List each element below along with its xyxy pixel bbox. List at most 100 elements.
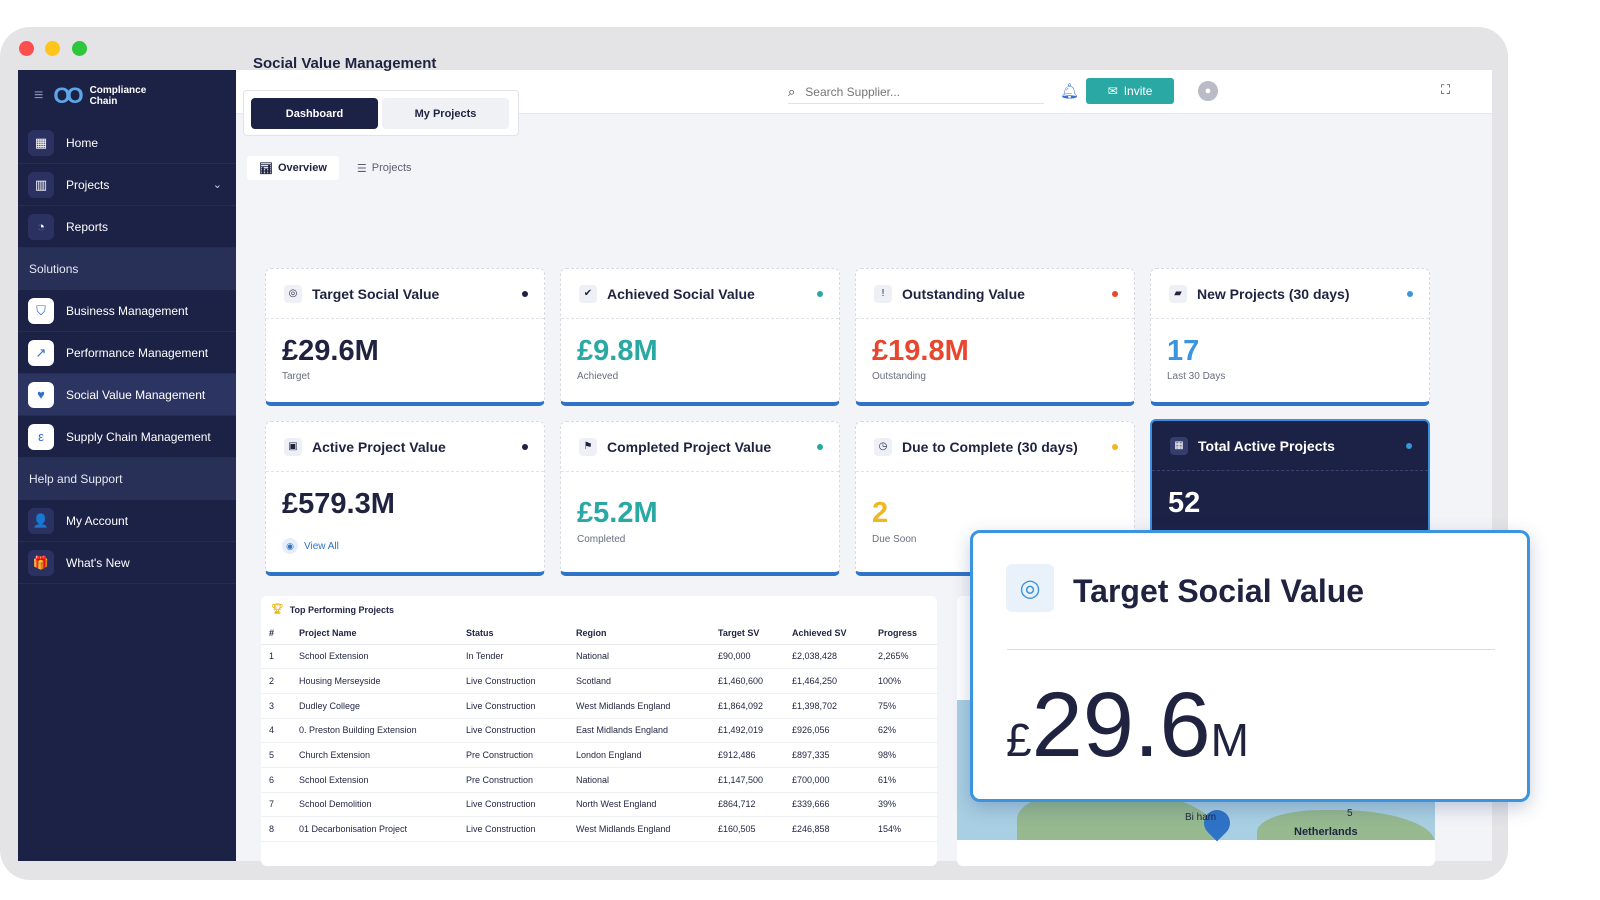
shield-icon: ⛉: [28, 297, 54, 324]
card-subtitle: Outstanding: [872, 371, 926, 382]
table-cell: Pre Construction: [458, 767, 568, 793]
invite-label: Invite: [1123, 84, 1153, 98]
card-value: £579.3M: [282, 488, 395, 520]
table-cell: Dudley College: [291, 693, 458, 719]
status-dot: [1112, 444, 1118, 450]
table-cell: 1: [261, 644, 291, 670]
table-cell: 39%: [870, 792, 937, 818]
table-row[interactable]: 1 School Extension In Tender National £90,00…: [261, 644, 937, 670]
card-target-social-value[interactable]: ◎ Target Social Value £29.6M Target: [265, 268, 545, 406]
avatar[interactable]: ●: [1198, 81, 1218, 101]
subtab-projects[interactable]: ☰ Projects: [345, 156, 424, 180]
sidebar-item-label: What's New: [66, 555, 130, 570]
card-achieved-social-value[interactable]: ✔ Achieved Social Value £9.8M Achieved: [560, 268, 840, 406]
hamburger-icon[interactable]: ≡: [34, 87, 43, 105]
card-outstanding-value[interactable]: ! Outstanding Value £19.8M Outstanding: [855, 268, 1135, 406]
sidebar-item-projects[interactable]: ▥ Projects ⌄: [18, 164, 236, 206]
tab-my-projects[interactable]: My Projects: [382, 98, 509, 129]
table-cell: 75%: [870, 693, 937, 719]
card-subtitle: Completed: [577, 534, 626, 545]
table-cell: West Midlands England: [568, 693, 710, 719]
logo-icon: OO: [53, 83, 83, 108]
table-row[interactable]: 7 School Demolition Live Construction North…: [261, 792, 937, 818]
trophy-icon: 🏆︎: [271, 604, 284, 615]
table-row[interactable]: 3 Dudley College Live Construction West Mid…: [261, 693, 937, 719]
table-cell: East Midlands England: [568, 718, 710, 744]
table-cell: Pre Construction: [458, 742, 568, 768]
table-cell: £897,335: [784, 742, 870, 768]
card-title: Achieved Social Value: [607, 285, 755, 302]
card-subtitle: Achieved: [577, 371, 619, 382]
chain-icon: ε: [28, 423, 54, 450]
search-icon[interactable]: ⌕: [788, 84, 795, 100]
sidebar-item-label: Performance Management: [66, 345, 209, 360]
sidebar-item-my-account[interactable]: 👤 My Account: [18, 500, 236, 542]
search-bar: ⌕: [788, 80, 1044, 104]
window-maximize-dot[interactable]: [72, 41, 87, 56]
subtab-overview[interactable]: 📊︎ Overview: [247, 156, 339, 180]
card-active-project-value[interactable]: ▣ Active Project Value £579.3M ◉ View Al…: [265, 421, 545, 576]
chevron-down-icon[interactable]: ⌄: [213, 178, 222, 191]
grid-icon: ▦: [1170, 436, 1188, 455]
fullscreen-icon[interactable]: ⛶: [1441, 82, 1450, 98]
eye-icon: ◉: [282, 538, 298, 554]
sidebar-item-label: Reports: [66, 219, 109, 234]
table-title: 🏆︎ Top Performing Projects: [271, 604, 394, 615]
card-header: ✔ Achieved Social Value: [561, 269, 839, 319]
map-label-count: 5: [1347, 808, 1353, 819]
sidebar-item-label: Projects: [66, 177, 110, 192]
card-header: ◎ Target Social Value: [266, 269, 544, 319]
sidebar-item-whats-new[interactable]: 🎁 What's New: [18, 542, 236, 584]
brand-name: Compliance Chain: [90, 85, 147, 107]
sidebar-item-supply-chain-management[interactable]: ε Supply Chain Management: [18, 416, 236, 458]
card-title: Completed Project Value: [607, 438, 772, 455]
table-cell: £700,000: [784, 767, 870, 793]
table-cell: 4: [261, 718, 291, 744]
list-icon: ☰: [356, 162, 367, 175]
table-cell: £160,505: [710, 816, 784, 842]
view-all-link[interactable]: ◉ View All: [282, 538, 339, 554]
card-completed-project-value[interactable]: ⚑ Completed Project Value £5.2M Complete…: [560, 421, 840, 576]
col-header: Target SV: [710, 622, 784, 645]
sidebar-item-home[interactable]: ▦ Home: [18, 122, 236, 164]
invite-button[interactable]: ✉ Invite: [1086, 78, 1174, 104]
card-value: £9.8M: [577, 335, 658, 367]
window-minimize-dot[interactable]: [45, 41, 60, 56]
sidebar-item-business-management[interactable]: ⛉ Business Management: [18, 290, 236, 332]
brand: ≡ OO Compliance Chain: [18, 70, 236, 122]
card-value: 2: [872, 497, 889, 529]
sidebar-item-performance-management[interactable]: ↗ Performance Management: [18, 332, 236, 374]
brand-line2: Chain: [89, 96, 118, 107]
tab-dashboard[interactable]: Dashboard: [251, 98, 378, 129]
card-subtitle: Due Soon: [872, 534, 917, 545]
briefcase-icon: ▣: [284, 437, 302, 456]
status-dot: [522, 291, 528, 297]
card-total-active-projects[interactable]: ▦ Total Active Projects 52: [1150, 419, 1430, 539]
grid-icon: ▦: [28, 129, 54, 156]
col-header: Progress: [870, 622, 937, 645]
table-cell: £926,056: [784, 718, 870, 744]
col-header: #: [261, 622, 291, 645]
folder-icon: ▰: [1169, 284, 1187, 303]
table-row[interactable]: 4 0. Preston Building Extension Live Const…: [261, 718, 937, 744]
card-new-projects[interactable]: ▰ New Projects (30 days) 17 Last 30 Days: [1150, 268, 1430, 406]
window-close-dot[interactable]: [19, 41, 34, 56]
table-row[interactable]: 5 Church Extension Pre Construction London …: [261, 742, 937, 768]
bell-icon[interactable]: 🔔︎: [1060, 82, 1079, 100]
sidebar-item-reports[interactable]: ◔ Reports: [18, 206, 236, 248]
table-row[interactable]: 8 01 Decarbonisation Project Live Construc…: [261, 816, 937, 842]
popup-title: Target Social Value: [1073, 573, 1365, 609]
sidebar-item-social-value-management[interactable]: ♥ Social Value Management: [18, 374, 236, 416]
top-performing-projects: 🏆︎ Top Performing Projects # Project Nam…: [261, 596, 937, 866]
table-cell: National: [568, 767, 710, 793]
search-input[interactable]: [805, 84, 1006, 99]
card-header: ▰ New Projects (30 days): [1151, 269, 1429, 319]
table-row[interactable]: 2 Housing Merseyside Live Construction Scot…: [261, 668, 937, 694]
target-icon: ◎: [284, 284, 302, 303]
status-dot: [1112, 291, 1118, 297]
table-row[interactable]: 6 School Extension Pre Construction Nationa…: [261, 767, 937, 793]
popup-currency: £: [1006, 714, 1032, 766]
sidebar-item-label: Home: [66, 135, 99, 150]
card-title: Target Social Value: [312, 285, 440, 302]
table-cell: 01 Decarbonisation Project: [291, 816, 458, 842]
